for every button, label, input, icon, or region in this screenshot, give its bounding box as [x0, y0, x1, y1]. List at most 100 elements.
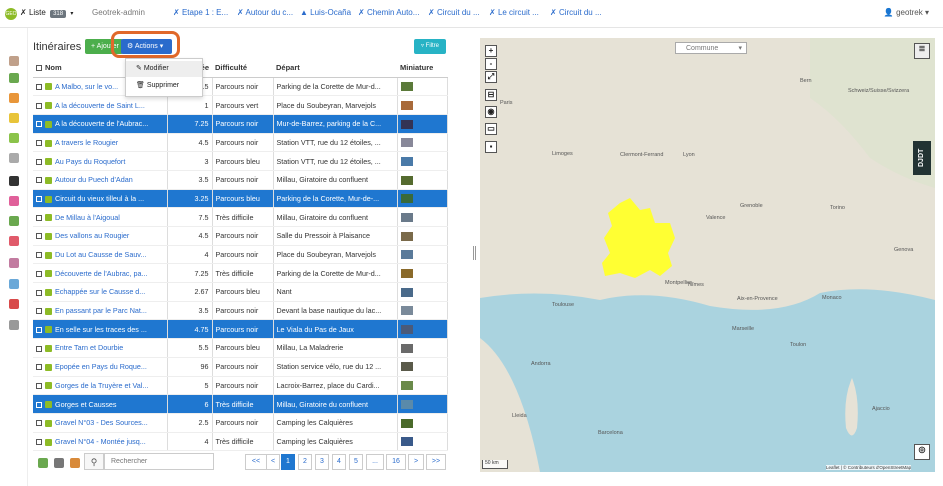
- trek-name-link[interactable]: Entre Tarn et Dourbie: [55, 343, 123, 352]
- trek-name-link[interactable]: Gorges de la Truyère et Val...: [55, 381, 148, 390]
- signage-icon[interactable]: [9, 133, 19, 143]
- table-row[interactable]: A travers le Rougier 4.5 Parcours noir Stat…: [33, 133, 448, 153]
- page-button[interactable]: <<: [245, 454, 267, 470]
- row-checkbox[interactable]: [36, 233, 42, 240]
- cell-name[interactable]: Gravel N°03 - Des Sources...: [33, 413, 168, 433]
- maintenance-icon[interactable]: [9, 93, 19, 103]
- trek-name-link[interactable]: Des vallons au Rougier: [55, 231, 129, 240]
- infrastructure-icon[interactable]: [9, 113, 19, 123]
- recent-link-7[interactable]: ✗ Circuit du ...: [550, 8, 602, 17]
- cell-name[interactable]: En selle sur les traces des ...: [33, 319, 168, 340]
- nav-liste-menu[interactable]: ✗ Liste 318 ▾: [20, 8, 73, 18]
- trek-name-link[interactable]: A la découverte de l'Aubrac...: [55, 119, 148, 128]
- table-row[interactable]: Circuit du vieux tilleul à la ... 3.25 Par…: [33, 189, 448, 209]
- table-row[interactable]: Gorges et Causses 6 Très difficile Millau, …: [33, 394, 448, 414]
- feedback-icon[interactable]: [9, 320, 19, 330]
- geotrek-logo[interactable]: GEO: [5, 8, 17, 20]
- djdt-toolbar-handle[interactable]: DJDT: [913, 141, 931, 175]
- reset-view-icon[interactable]: ◎: [914, 444, 930, 460]
- trek-name-link[interactable]: En selle sur les traces des ...: [55, 325, 147, 334]
- layers-icon[interactable]: ≣: [914, 43, 930, 59]
- table-row[interactable]: Gravel N°04 - Montée jusq... 4 Très diffic…: [33, 432, 448, 452]
- measure-icon[interactable]: ⊟: [485, 89, 497, 101]
- poi-icon[interactable]: [9, 196, 19, 206]
- search-icon[interactable]: ⚲: [84, 453, 104, 470]
- row-checkbox[interactable]: [36, 196, 42, 203]
- table-row[interactable]: A Malbo, sur le vo... 4.5 Parcours noir Par…: [33, 77, 448, 97]
- cell-name[interactable]: De Millau à l'Aigoual: [33, 207, 168, 227]
- cell-name[interactable]: Echappée sur le Causse d...: [33, 282, 168, 302]
- cell-name[interactable]: Au Pays du Roquefort: [33, 151, 168, 171]
- touristic-icon[interactable]: [9, 216, 19, 226]
- row-checkbox[interactable]: [36, 401, 42, 408]
- page-button[interactable]: >>: [426, 454, 446, 470]
- content-icon[interactable]: [9, 258, 19, 268]
- table-row[interactable]: Du Lot au Causse de Sauv... 4 Parcours noi…: [33, 245, 448, 265]
- row-checkbox[interactable]: [36, 364, 42, 371]
- row-checkbox[interactable]: [36, 308, 42, 315]
- page-button[interactable]: <: [266, 454, 280, 470]
- page-button[interactable]: ...: [366, 454, 384, 470]
- trek-name-link[interactable]: Circuit du vieux tilleul à la ...: [55, 194, 144, 203]
- user-menu[interactable]: 👤 geotrek ▾: [884, 8, 929, 17]
- trek-name-link[interactable]: En passant par le Parc Nat...: [55, 306, 147, 315]
- table-row[interactable]: A la découverte de Saint L... 1 Parcours v…: [33, 95, 448, 115]
- select-all-checkbox[interactable]: [36, 64, 42, 71]
- zoom-in-button[interactable]: +: [485, 45, 497, 57]
- trek-name-link[interactable]: Du Lot au Causse de Sauv...: [55, 250, 146, 259]
- cell-name[interactable]: Epopée en Pays du Roque...: [33, 357, 168, 377]
- row-checkbox[interactable]: [36, 420, 42, 427]
- recent-link-2[interactable]: ✗ Autour du c...: [237, 8, 293, 17]
- export-shp-icon[interactable]: [54, 458, 64, 468]
- trek-name-link[interactable]: A la découverte de Saint L...: [55, 101, 145, 110]
- table-row[interactable]: Gorges de la Truyère et Val... 5 Parcours …: [33, 376, 448, 396]
- row-checkbox[interactable]: [36, 439, 42, 445]
- row-checkbox[interactable]: [36, 83, 42, 90]
- sensitive-icon[interactable]: [9, 279, 19, 289]
- cell-name[interactable]: Circuit du vieux tilleul à la ...: [33, 189, 168, 209]
- trek-name-link[interactable]: Gravel N°04 - Montée jusq...: [55, 437, 146, 446]
- cell-name[interactable]: Gorges et Causses: [33, 394, 168, 414]
- paths-icon[interactable]: [9, 56, 19, 66]
- menu-item-edit[interactable]: ✎ Modifier: [126, 61, 202, 77]
- recent-link-5[interactable]: ✗ Circuit du ...: [428, 8, 480, 17]
- zoom-out-button[interactable]: -: [485, 58, 497, 70]
- filter-button[interactable]: ▿ Filtre: [414, 39, 446, 54]
- page-button[interactable]: >: [408, 454, 424, 470]
- recent-link-1[interactable]: ✗ Etape 1 : E...: [173, 8, 228, 17]
- screenshot-icon[interactable]: ◉: [485, 106, 497, 118]
- table-row[interactable]: Entre Tarn et Dourbie 5.5 Parcours bleu Mil…: [33, 338, 448, 358]
- trek-name-link[interactable]: Epopée en Pays du Roque...: [55, 362, 147, 371]
- trek-name-link[interactable]: Gravel N°03 - Des Sources...: [55, 418, 148, 427]
- recent-link-6[interactable]: ✗ Le circuit ...: [489, 8, 539, 17]
- column-thumbnail[interactable]: Miniature: [397, 58, 447, 78]
- page-button[interactable]: 1: [281, 454, 295, 470]
- trek-name-link[interactable]: A travers le Rougier: [55, 138, 118, 147]
- table-row[interactable]: En selle sur les traces des ... 4.75 Parco…: [33, 319, 448, 340]
- row-checkbox[interactable]: [36, 289, 42, 296]
- recent-link-4[interactable]: ✗ Chemin Auto...: [358, 8, 419, 17]
- table-row[interactable]: De Millau à l'Aigoual 7.5 Très difficile Mi…: [33, 207, 448, 227]
- row-checkbox[interactable]: [36, 158, 42, 165]
- trek-name-link[interactable]: Echappée sur le Causse d...: [55, 287, 145, 296]
- land-icon[interactable]: [9, 73, 19, 83]
- column-start[interactable]: Départ: [273, 58, 397, 78]
- fullscreen-icon[interactable]: ⤢: [485, 71, 497, 83]
- export-csv-icon[interactable]: [38, 458, 48, 468]
- row-checkbox[interactable]: [36, 252, 42, 259]
- page-button[interactable]: 2: [298, 454, 312, 470]
- cell-name[interactable]: Autour du Puech d'Adan: [33, 170, 168, 190]
- trek-name-link[interactable]: Au Pays du Roquefort: [55, 157, 125, 166]
- cell-name[interactable]: Des vallons au Rougier: [33, 226, 168, 246]
- row-checkbox[interactable]: [36, 102, 42, 109]
- cell-name[interactable]: A travers le Rougier: [33, 133, 168, 153]
- cell-name[interactable]: Gravel N°04 - Montée jusq...: [33, 432, 168, 452]
- table-row[interactable]: En passant par le Parc Nat... 3.5 Parcours…: [33, 301, 448, 321]
- map-view[interactable]: [480, 38, 935, 472]
- trek-name-link[interactable]: Gorges et Causses: [55, 400, 117, 409]
- commune-select[interactable]: Commune ▾: [675, 42, 747, 54]
- table-row[interactable]: A la découverte de l'Aubrac... 7.25 Parcou…: [33, 114, 448, 134]
- table-row[interactable]: Au Pays du Roquefort 3 Parcours bleu Statio…: [33, 151, 448, 171]
- page-button[interactable]: 4: [332, 454, 346, 470]
- row-checkbox[interactable]: [36, 140, 42, 146]
